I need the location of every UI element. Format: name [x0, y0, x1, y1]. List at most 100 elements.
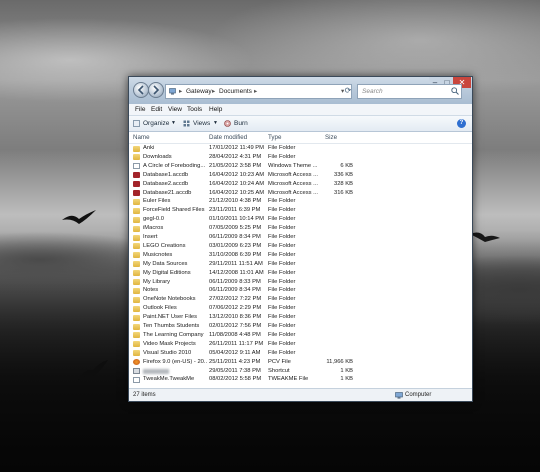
file-row[interactable]: Notes 06/11/2009 8:34 PM File Folder [129, 286, 472, 295]
file-row[interactable]: Anki 17/01/2012 11:49 PM File Folder [129, 144, 472, 153]
file-type: File Folder [268, 269, 296, 276]
folder-icon [133, 314, 140, 321]
file-row[interactable]: Video Mask Projects 26/11/2011 11:17 PM Fi… [129, 340, 472, 349]
column-headers: Name Date modified Type Size [129, 132, 472, 144]
file-name: Musicnotes [143, 251, 173, 258]
file-size: 336 KB [333, 171, 353, 178]
file-date-modified: 16/04/2012 10:23 AM [209, 171, 265, 178]
file-row[interactable]: iMacros 07/05/2009 5:25 PM File Folder [129, 224, 472, 233]
file-date-modified: 21/05/2012 3:58 PM [209, 162, 262, 169]
file-row[interactable]: Musicnotes 31/10/2008 6:39 PM File Folder [129, 251, 472, 260]
file-name: Outlook Files [143, 305, 177, 312]
file-type: File Folder [268, 153, 296, 160]
file-date-modified: 02/01/2012 7:56 PM [209, 323, 262, 329]
file-row[interactable]: Firefox 9.0 (en-US) - 20... 25/11/2011 4:… [129, 358, 472, 367]
file-row[interactable]: Visual Studio 2010 05/04/2012 9:11 AM File… [129, 349, 472, 358]
command-bar: Organize ▼ Views ▼ Burn ? [129, 116, 472, 132]
file-date-modified: 25/11/2011 4:23 PM [209, 358, 261, 365]
file-row[interactable]: LEGO Creations 03/01/2009 6:23 PM File Fol… [129, 242, 472, 251]
file-type: Microsoft Access ... [268, 180, 318, 187]
explorer-window: – □ ✕ ▸ Gateway ▸ Documents ▸ ▾ ⟳ Search… [128, 76, 473, 402]
back-button[interactable] [133, 82, 149, 98]
file-name: My Digital Editions [143, 269, 191, 276]
file-row[interactable]: Database1.accdb 16/04/2012 10:23 AM Micros… [129, 171, 472, 180]
forward-button[interactable] [148, 82, 164, 98]
file-date-modified: 16/04/2012 10:25 AM [209, 189, 265, 196]
menu-tools[interactable]: Tools [187, 104, 202, 115]
file-row[interactable]: TweakMe.TweakMe 08/02/2012 5:58 PM TWEAKME… [129, 375, 472, 384]
column-type[interactable]: Type [268, 132, 281, 143]
menu-view[interactable]: View [168, 104, 182, 115]
file-row[interactable]: The Learning Company 11/08/2008 4:48 PM Fi… [129, 331, 472, 340]
file-date-modified: 07/06/2012 2:29 PM [209, 305, 262, 312]
column-date-modified[interactable]: Date modified [209, 132, 247, 143]
folder-icon [133, 243, 140, 250]
folder-icon [133, 234, 140, 241]
menu-file[interactable]: File [135, 104, 145, 115]
file-row[interactable]: My Library 06/11/2009 8:33 PM File Folder [129, 278, 472, 287]
file-name: gegl-0.0 [143, 216, 164, 223]
file-icon [133, 376, 140, 383]
file-row[interactable]: 29/05/2011 7:38 PM Shortcut 1 KB [129, 367, 472, 376]
file-name: A Circle of Foreboding... [143, 162, 206, 169]
burn-button[interactable]: Burn [234, 116, 248, 131]
file-row[interactable]: Euler Files 21/12/2010 4:38 PM File Folder [129, 197, 472, 206]
file-type: File Folder [268, 207, 296, 214]
help-icon[interactable]: ? [457, 119, 466, 128]
file-row[interactable]: Insert 06/11/2009 8:34 PM File Folder [129, 233, 472, 242]
file-type: File Folder [268, 216, 296, 223]
file-size: 11,966 KB [326, 358, 353, 365]
file-date-modified: 03/01/2009 6:23 PM [209, 242, 262, 249]
file-name: Database1.accdb [143, 171, 189, 178]
column-name[interactable]: Name [133, 132, 150, 143]
organize-button[interactable]: Organize [143, 116, 169, 131]
file-name: Anki [143, 145, 155, 151]
file-date-modified: 28/04/2012 4:31 PM [209, 153, 262, 160]
file-type: PCV File [268, 358, 291, 365]
firefox-icon [133, 359, 140, 366]
bird-silhouette [62, 210, 96, 224]
file-size: 1 KB [340, 376, 353, 383]
views-icon [183, 120, 190, 127]
file-row[interactable]: ForceField Shared Files 23/11/2011 6:39 P… [129, 206, 472, 215]
file-row[interactable]: My Digital Editions 14/12/2008 11:01 AM Fi… [129, 269, 472, 278]
file-row[interactable]: Outlook Files 07/06/2012 2:29 PM File Fold… [129, 304, 472, 313]
file-date-modified: 06/11/2009 8:34 PM [209, 234, 261, 240]
file-name: TweakMe.TweakMe [143, 376, 195, 383]
file-row[interactable]: OneNote Notebooks 27/02/2012 7:22 PM File … [129, 295, 472, 304]
computer-icon [169, 88, 176, 95]
file-row[interactable]: Database21.accdb 16/04/2012 10:25 AM Micro… [129, 189, 472, 198]
column-size[interactable]: Size [325, 132, 337, 143]
breadcrumb-gateway[interactable]: Gateway [186, 85, 212, 98]
menu-help[interactable]: Help [209, 104, 222, 115]
file-name: Insert [143, 234, 158, 240]
folder-icon [133, 252, 140, 259]
file-name: Downloads [143, 153, 172, 160]
file-row[interactable]: Database2.accdb 16/04/2012 10:24 AM Micros… [129, 180, 472, 189]
file-row[interactable]: Downloads 28/04/2012 4:31 PM File Folder [129, 153, 472, 162]
status-location: Computer [405, 392, 432, 398]
file-size: 316 KB [333, 189, 353, 196]
folder-icon [133, 350, 140, 357]
access-db-icon [133, 181, 140, 188]
refresh-icon[interactable]: ⟳ [343, 85, 353, 96]
address-bar[interactable]: ▸ Gateway ▸ Documents ▸ ▾ [165, 84, 352, 99]
folder-icon [133, 145, 140, 152]
file-row[interactable]: Ten Thumbs Students 02/01/2012 7:56 PM Fil… [129, 322, 472, 331]
search-input[interactable]: Search [357, 84, 462, 99]
breadcrumb-documents[interactable]: Documents [219, 85, 252, 98]
status-bar: 27 items Computer [129, 388, 472, 401]
menu-edit[interactable]: Edit [151, 104, 162, 115]
file-row[interactable]: gegl-0.0 01/10/2011 10:14 PM File Folder [129, 215, 472, 224]
bird-silhouette [78, 360, 108, 380]
file-row[interactable]: A Circle of Foreboding... 21/05/2012 3:58… [129, 162, 472, 171]
folder-icon [133, 323, 140, 330]
file-row[interactable]: Paint.NET User Files 13/12/2010 8:36 PM Fi… [129, 313, 472, 322]
file-name: Ten Thumbs Students [143, 323, 200, 329]
chevron-down-icon[interactable]: ▼ [171, 116, 176, 131]
file-date-modified: 11/08/2008 4:48 PM [209, 331, 261, 338]
chevron-down-icon[interactable]: ▼ [213, 116, 218, 131]
file-row[interactable]: My Data Sources 29/11/2011 11:51 AM File F… [129, 260, 472, 269]
views-button[interactable]: Views [193, 116, 210, 131]
file-date-modified: 29/11/2011 11:51 AM [209, 260, 263, 267]
